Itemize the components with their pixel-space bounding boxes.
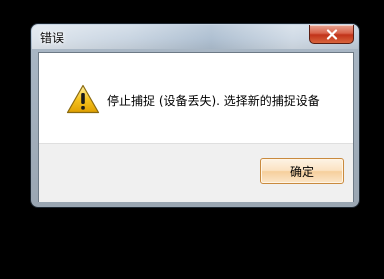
warning-icon	[66, 84, 100, 114]
dialog-title: 错误	[40, 31, 65, 45]
button-bar: 确定	[39, 143, 353, 202]
error-dialog: 错误 停止捕捉 (设备丢失). 选择新的捕捉设备 确定	[31, 24, 359, 207]
ok-button[interactable]: 确定	[260, 158, 344, 184]
desktop: 错误 停止捕捉 (设备丢失). 选择新的捕捉设备 确定	[0, 0, 384, 279]
close-button[interactable]	[309, 25, 354, 44]
dialog-body: 停止捕捉 (设备丢失). 选择新的捕捉设备 确定	[38, 52, 354, 202]
error-message: 停止捕捉 (设备丢失). 选择新的捕捉设备	[107, 94, 320, 108]
close-icon	[326, 28, 338, 40]
message-area: 停止捕捉 (设备丢失). 选择新的捕捉设备	[39, 53, 353, 143]
